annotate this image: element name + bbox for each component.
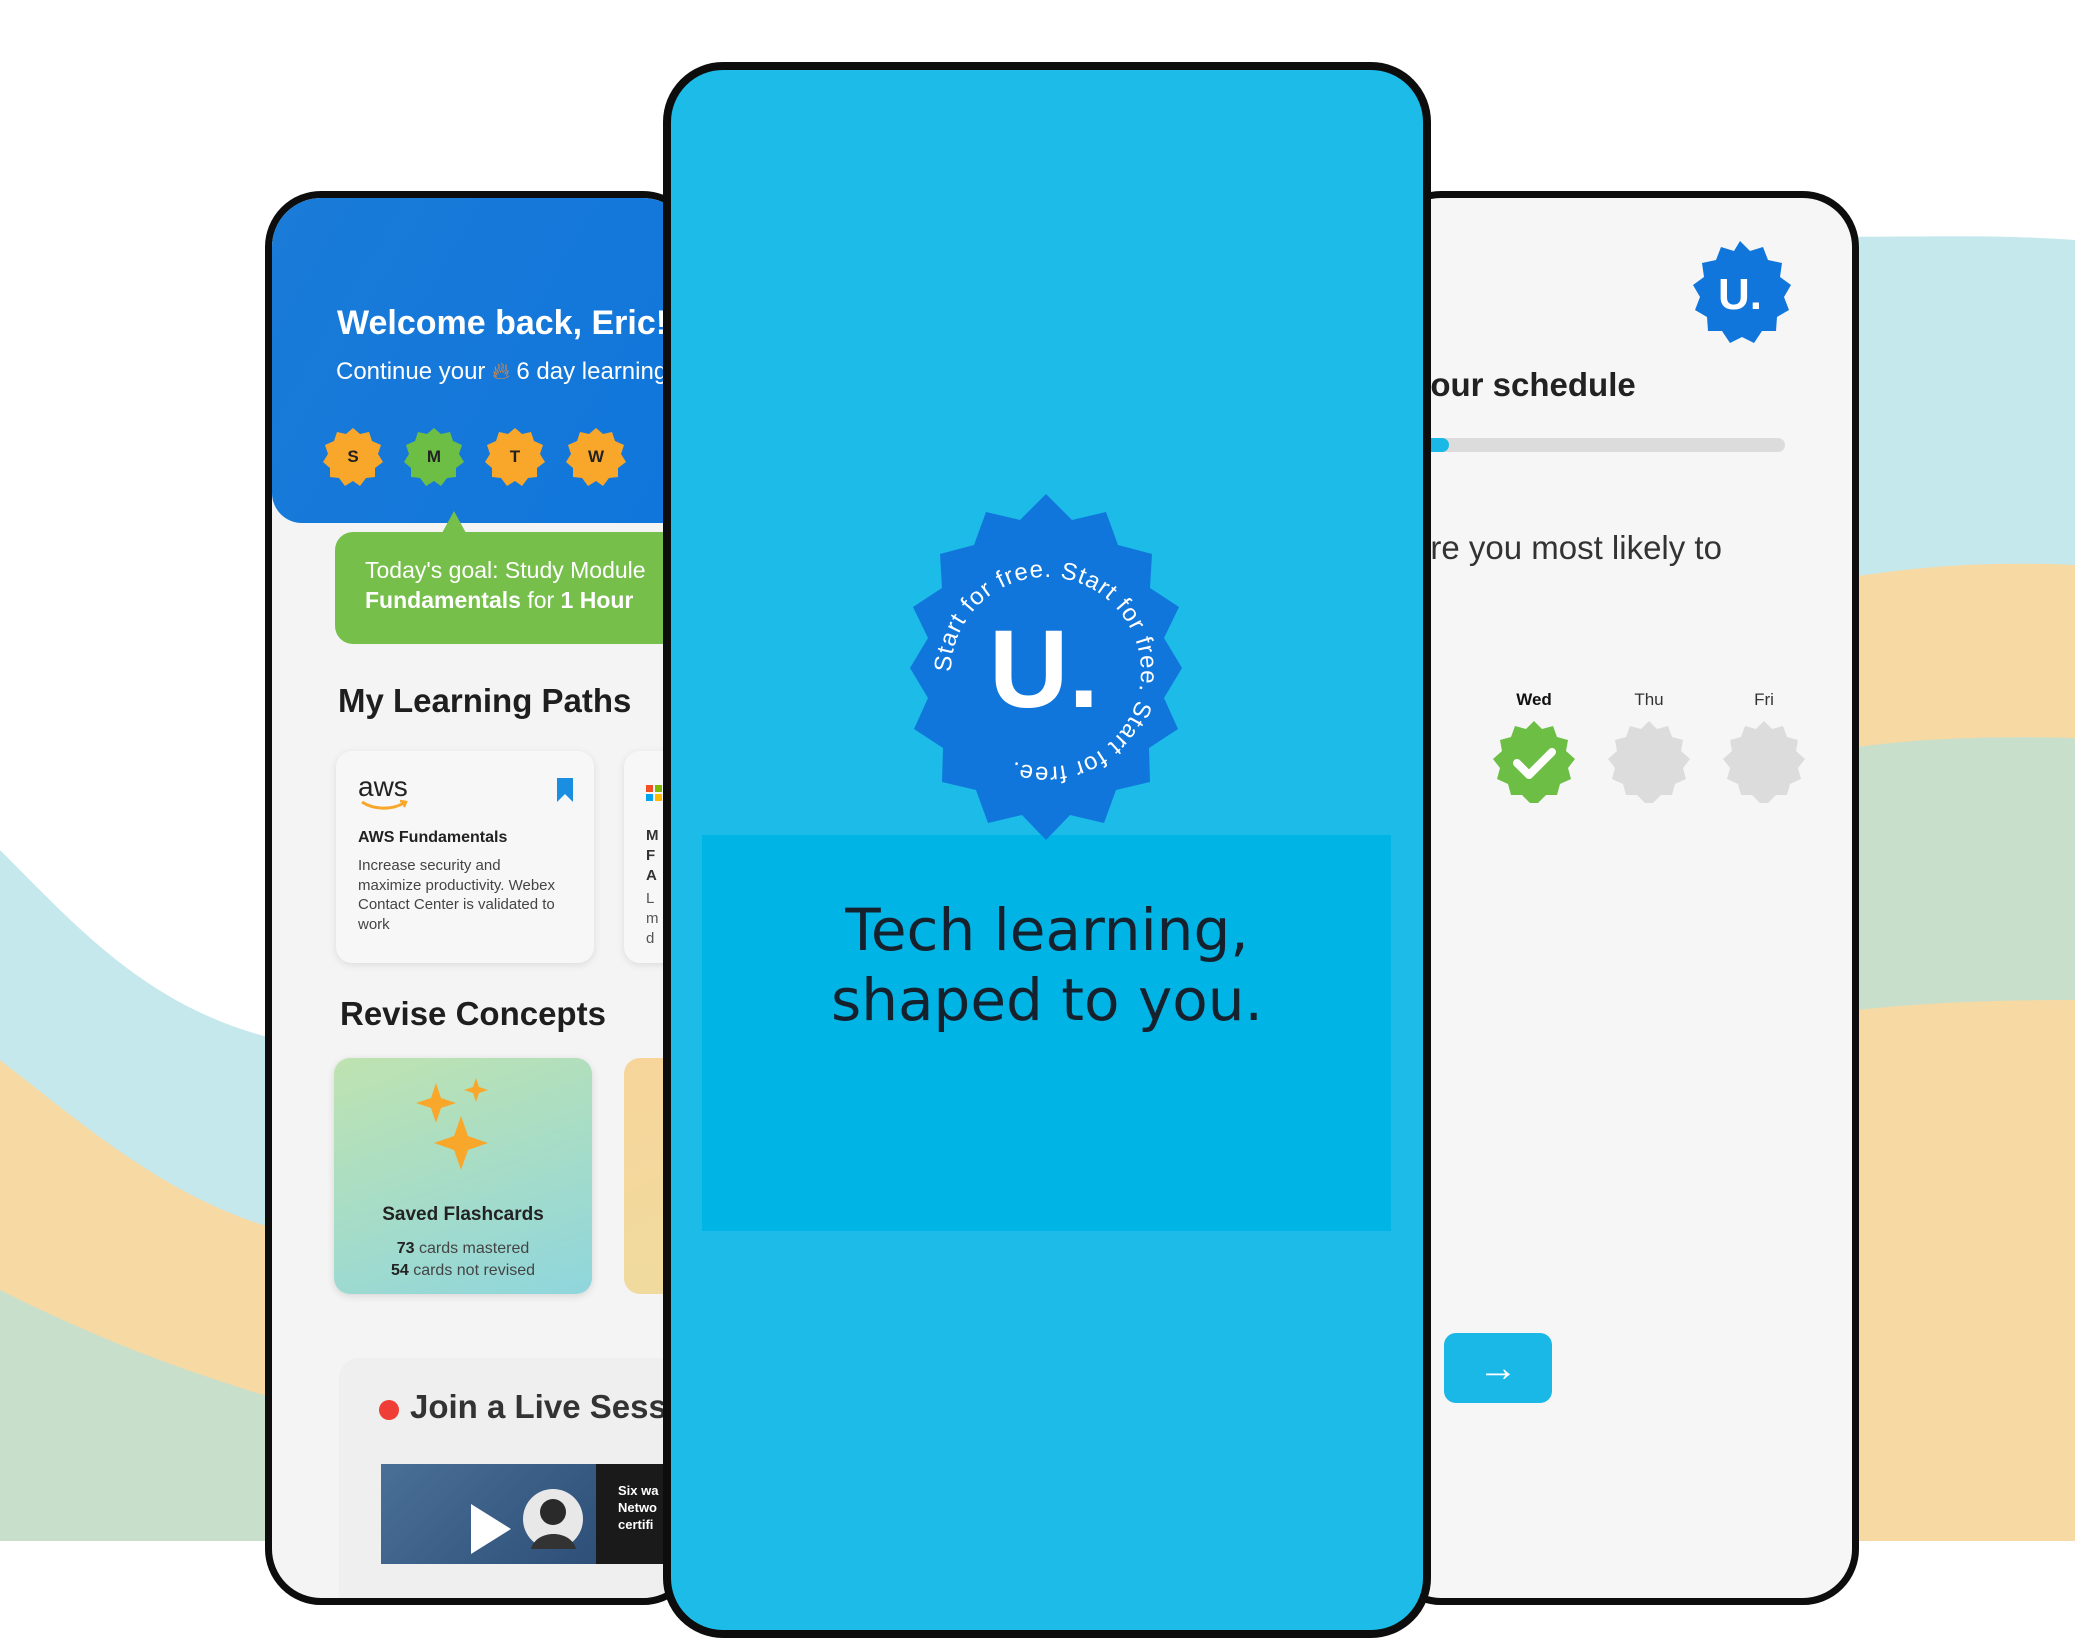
goal-duration: 1 Hour — [560, 587, 634, 613]
revise-concepts-title: Revise Concepts — [340, 995, 606, 1032]
day-badge-fri[interactable] — [1720, 718, 1808, 806]
title-fragment: F — [646, 847, 656, 864]
day-letter: S — [347, 447, 359, 466]
day-badge-monday[interactable]: M — [403, 426, 465, 488]
saved-flashcards-card[interactable]: Saved Flashcards 73 cards mastered 54 ca… — [334, 1058, 592, 1294]
goal-pointer — [442, 511, 466, 533]
path-card-description: Increase security and maximize productiv… — [358, 857, 556, 933]
brand-badge-icon: U. — [1693, 241, 1791, 343]
goal-line-1: Today's goal: Study Module — [365, 557, 646, 583]
not-revised-label: cards not revised — [413, 1262, 536, 1279]
cards-mastered: 73 cards mastered — [334, 1240, 592, 1258]
start-for-free-badge[interactable]: Start for free. Start for free. Start fo… — [866, 492, 1226, 852]
day-badge-thu[interactable] — [1605, 718, 1693, 806]
live-indicator-icon — [379, 1400, 399, 1420]
svg-text:U.: U. — [1718, 270, 1762, 319]
headline-line-2: shaped to you. — [831, 966, 1263, 1034]
todays-goal-card[interactable]: Today's goal: Study Module Fundamentals … — [335, 532, 692, 644]
day-badge-wed-selected[interactable] — [1490, 718, 1578, 806]
path-card-title: AWS Fundamentals — [358, 829, 508, 846]
welcome-heading: Welcome back, Eric! — [337, 304, 668, 342]
schedule-question: are you most likely to — [1412, 529, 1722, 566]
headline-line-1: Tech learning, — [845, 896, 1249, 964]
next-button[interactable]: → — [1444, 1333, 1552, 1403]
day-label-fri: Fri — [1754, 690, 1774, 709]
day-badge-tuesday[interactable]: T — [484, 426, 546, 488]
goal-line-2: Fundamentals for 1 Hour — [365, 587, 633, 614]
video-thumbnail[interactable] — [381, 1464, 596, 1564]
center-phone-splash: Start for free. Start for free. Start fo… — [663, 62, 1431, 1638]
desc-fragment: m — [646, 910, 659, 927]
aws-smile-icon — [361, 799, 408, 810]
headline: Tech learning, shaped to you. — [671, 895, 1423, 1035]
right-phone-schedule: U. your schedule are you most likely to … — [1385, 191, 1859, 1605]
goal-module: Fundamentals — [365, 587, 521, 613]
caption-line: Six wa — [618, 1483, 659, 1498]
sparkle-icon — [416, 1078, 488, 1170]
mastered-label: cards mastered — [418, 1240, 530, 1257]
live-session-card[interactable]: Join a Live Session Six wa Netwo certifi — [339, 1358, 699, 1598]
mastered-count: 73 — [396, 1240, 415, 1257]
left-phone-dashboard: Welcome back, Eric! Continue your 🔥︎ 6 d… — [265, 191, 699, 1605]
path-card-aws[interactable]: aws AWS Fundamentals Increase security a… — [336, 751, 594, 963]
day-badge-sunday[interactable]: S — [322, 426, 384, 488]
day-letter: W — [587, 447, 605, 466]
path-card-title: M F A — [646, 826, 659, 886]
not-revised-count: 54 — [390, 1262, 409, 1279]
title-fragment: A — [646, 867, 657, 884]
caption-line: Netwo — [618, 1500, 657, 1515]
cards-not-revised: 54 cards not revised — [334, 1262, 592, 1280]
day-badge-wednesday[interactable]: W — [565, 426, 627, 488]
learning-paths-title: My Learning Paths — [338, 682, 632, 719]
dashboard-header: Welcome back, Eric! Continue your 🔥︎ 6 d… — [272, 198, 692, 523]
bookmark-icon[interactable] — [556, 777, 574, 803]
streak-prefix: Continue your — [336, 358, 486, 385]
goal-for: for — [527, 587, 555, 613]
path-card-description: L m d — [646, 889, 659, 949]
streak-text: Continue your 🔥︎ 6 day learning streak — [336, 358, 692, 386]
title-fragment: M — [646, 827, 659, 844]
caption-line: certifi — [618, 1517, 654, 1532]
desc-fragment: d — [646, 930, 655, 947]
schedule-title: your schedule — [1412, 366, 1636, 403]
play-icon[interactable] — [381, 1464, 596, 1564]
arrow-right-icon: → — [1478, 1346, 1518, 1390]
microsoft-logo-icon — [646, 785, 662, 801]
fire-icon: 🔥︎ — [492, 358, 510, 385]
desc-fragment: L — [646, 890, 655, 907]
svg-text:U.: U. — [989, 608, 1099, 731]
day-letter: T — [509, 447, 521, 466]
day-letter: M — [426, 447, 442, 466]
flashcards-title: Saved Flashcards — [382, 1204, 544, 1225]
progress-bar — [1412, 438, 1785, 452]
live-session-title: Join a Live Session — [410, 1388, 699, 1425]
day-label-thu: Thu — [1634, 690, 1664, 709]
day-label-wed: Wed — [1516, 690, 1552, 709]
